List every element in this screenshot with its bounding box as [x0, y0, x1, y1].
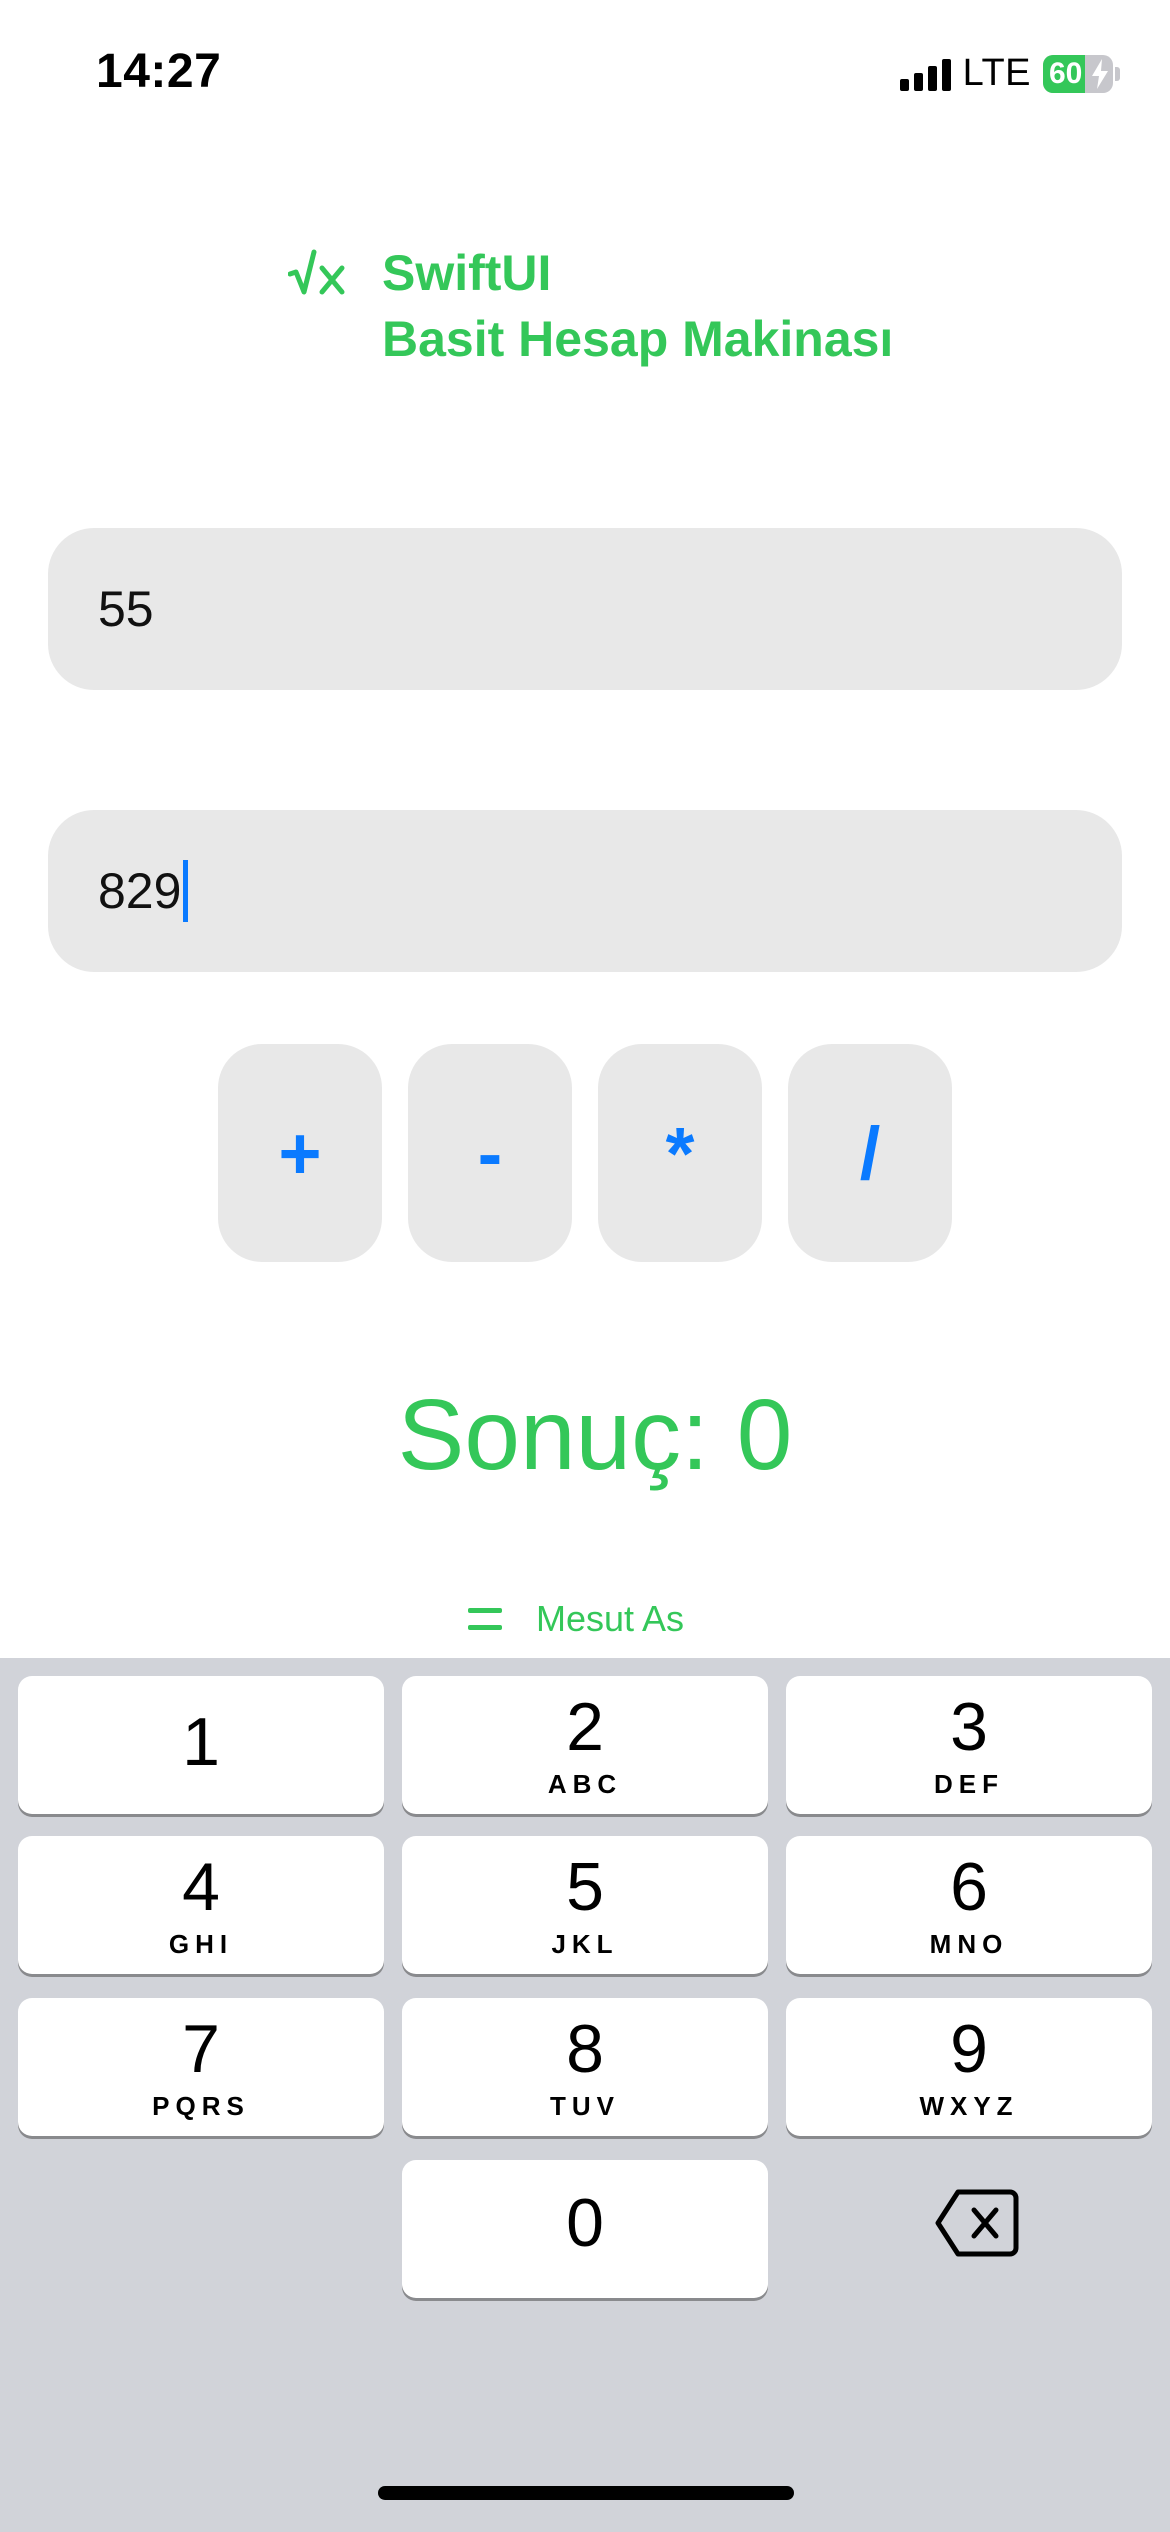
key-number: 3 [950, 1688, 988, 1765]
app-header: SwiftUI Basit Hesap Makinası [288, 240, 893, 372]
status-indicators: LTE 60 [899, 52, 1120, 95]
square-root-icon [288, 249, 345, 295]
key-number: 4 [182, 1848, 220, 1925]
second-number-value: 829 [98, 863, 182, 919]
footer: Mesut As [0, 1598, 1170, 1640]
key-9[interactable]: 9 WXYZ [786, 1998, 1152, 2136]
key-number: 5 [566, 1848, 604, 1925]
first-number-value: 55 [98, 581, 154, 637]
key-0[interactable]: 0 [402, 2160, 768, 2298]
operator-buttons: + - * / [218, 1044, 952, 1262]
author-name: Mesut As [535, 1598, 685, 1639]
key-number: 1 [182, 1704, 220, 1780]
key-6[interactable]: 6 MNO [786, 1836, 1152, 1974]
key-letters: DEF [934, 1768, 1004, 1799]
key-letters: TUV [550, 2090, 620, 2121]
battery-percent: 60 [1049, 56, 1083, 90]
app-title-line2: Basit Hesap Makinası [382, 311, 894, 367]
second-number-field[interactable]: 829 [48, 810, 1122, 972]
key-5[interactable]: 5 JKL [402, 1836, 768, 1974]
app-title: SwiftUI Basit Hesap Makinası [382, 240, 893, 372]
key-number: 8 [566, 2010, 604, 2087]
status-time: 14:27 [96, 45, 222, 98]
battery-icon: 60 [1043, 54, 1113, 93]
home-indicator[interactable] [378, 2486, 794, 2500]
key-number: 7 [182, 2010, 220, 2087]
network-type: LTE [962, 52, 1031, 94]
key-7[interactable]: 7 PQRS [18, 1998, 384, 2136]
first-number-field[interactable]: 55 [48, 528, 1122, 690]
subtract-button[interactable]: - [408, 1044, 572, 1262]
key-letters: ABC [547, 1768, 623, 1799]
battery-tip [1115, 66, 1120, 81]
key-letters: PQRS [152, 2090, 250, 2121]
signal-icon [899, 57, 951, 91]
key-letters: JKL [551, 1928, 619, 1959]
key-letters: WXYZ [919, 2090, 1019, 2121]
key-number: 6 [950, 1848, 988, 1925]
divide-button[interactable]: / [788, 1044, 952, 1262]
text-caret [183, 860, 189, 922]
result-label: Sonuç: 0 [397, 1379, 793, 1491]
delete-backspace-icon[interactable] [934, 2186, 1020, 2260]
key-number: 0 [566, 2185, 604, 2261]
key-letters: GHI [168, 1928, 234, 1959]
key-3[interactable]: 3 DEF [786, 1676, 1152, 1814]
add-button[interactable]: + [218, 1044, 382, 1262]
multiply-button[interactable]: * [598, 1044, 762, 1262]
key-2[interactable]: 2 ABC [402, 1676, 768, 1814]
equals-icon [467, 1608, 502, 1630]
charging-bolt-icon [1092, 58, 1108, 89]
key-8[interactable]: 8 TUV [402, 1998, 768, 2136]
key-number: 2 [566, 1688, 604, 1765]
key-1[interactable]: 1 [18, 1676, 384, 1814]
key-number: 9 [950, 2010, 988, 2087]
key-4[interactable]: 4 GHI [18, 1836, 384, 1974]
app-title-line1: SwiftUI [382, 245, 552, 301]
key-letters: MNO [929, 1928, 1009, 1959]
